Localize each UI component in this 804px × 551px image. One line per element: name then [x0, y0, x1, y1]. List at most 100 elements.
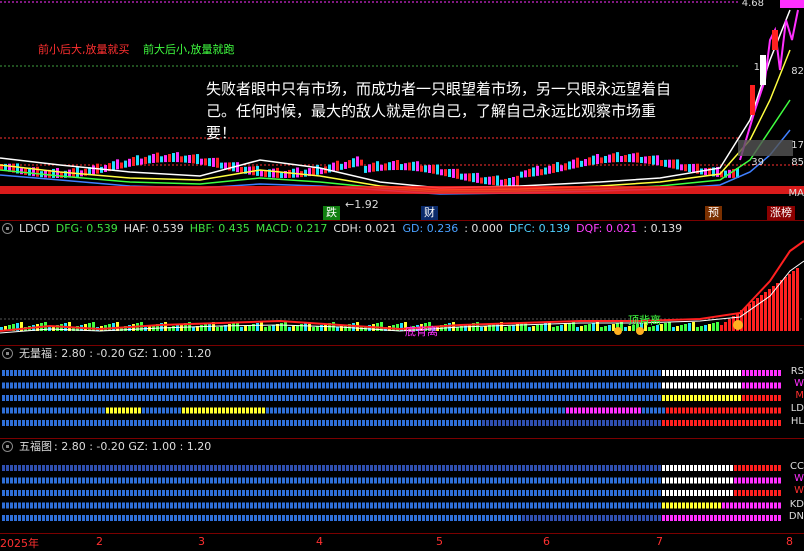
- macd-bar: [484, 326, 487, 331]
- wuliangfu-grid[interactable]: [0, 346, 804, 438]
- grid-cell: [678, 477, 681, 484]
- wufutu-grid[interactable]: [0, 439, 804, 533]
- grid-cell: [566, 370, 569, 376]
- grid-cell: [378, 420, 381, 426]
- grid-cell: [682, 465, 685, 471]
- grid-cell: [434, 477, 437, 484]
- grid-cell: [406, 370, 409, 376]
- grid-cell: [694, 382, 697, 389]
- candle: [404, 163, 407, 171]
- grid-cell: [566, 465, 569, 471]
- grid-cell: [554, 515, 557, 521]
- grid-cell: [478, 515, 481, 521]
- grid-cell: [546, 502, 549, 509]
- grid-cell: [134, 395, 137, 401]
- grid-cell: [322, 465, 325, 471]
- grid-cell: [86, 407, 89, 414]
- grid-cell: [178, 465, 181, 471]
- main-chart-panel[interactable]: 前小后大,放量就买 前大后小,放量就跑 失败者眼中只有市场，而成功者一只眼望着市…: [0, 0, 804, 220]
- grid-cell: [30, 490, 33, 496]
- grid-cell: [730, 515, 733, 521]
- grid-cell: [382, 477, 385, 484]
- grid-cell: [182, 420, 185, 426]
- event-tag-zhangbang[interactable]: 涨榜: [767, 206, 795, 220]
- grid-cell: [206, 477, 209, 484]
- grid-cell: [78, 515, 81, 521]
- grid-cell: [738, 370, 741, 376]
- ldcd-chart-canvas[interactable]: [0, 221, 804, 345]
- grid-cell: [314, 465, 317, 471]
- grid-cell: [490, 515, 493, 521]
- grid-cell: [758, 502, 761, 509]
- grid-cell: [522, 420, 525, 426]
- candle: [652, 155, 655, 165]
- grid-cell: [586, 515, 589, 521]
- wuliangfu-panel[interactable]: 无量福: 2.80 : -0.20 GZ: 1.00 : 1.20 RS W M…: [0, 346, 804, 438]
- grid-cell: [498, 395, 501, 401]
- grid-cell: [510, 370, 513, 376]
- grid-cell: [46, 382, 49, 389]
- grid-cell: [238, 382, 241, 389]
- grid-cell: [754, 465, 757, 471]
- grid-cell: [598, 370, 601, 376]
- grid-cell: [746, 477, 749, 484]
- candle: [664, 159, 667, 167]
- grid-cell: [26, 465, 29, 471]
- grid-cell: [370, 490, 373, 496]
- grid-cell: [490, 382, 493, 389]
- grid-cell: [14, 370, 17, 376]
- grid-cell: [402, 382, 405, 389]
- grid-cell: [694, 465, 697, 471]
- grid-cell: [618, 477, 621, 484]
- grid-cell: [726, 407, 729, 414]
- candle: [420, 165, 423, 172]
- grid-cell: [582, 515, 585, 521]
- wufutu-panel[interactable]: 五福图: 2.80 : -0.20 GZ: 1.00 : 1.20 CC W W…: [0, 439, 804, 533]
- event-tag-die[interactable]: 跌: [323, 206, 340, 220]
- grid-cell: [34, 502, 37, 509]
- grid-cell: [410, 382, 413, 389]
- grid-cell: [634, 515, 637, 521]
- macd-bar: [680, 325, 683, 331]
- grid-cell: [322, 490, 325, 496]
- grid-cell: [426, 465, 429, 471]
- grid-cell: [410, 515, 413, 521]
- grid-cell: [54, 420, 57, 426]
- grid-cell: [2, 465, 5, 471]
- grid-cell: [754, 502, 757, 509]
- grid-cell: [10, 370, 13, 376]
- grid-cell: [498, 490, 501, 496]
- grid-cell: [662, 370, 665, 376]
- grid-cell: [334, 420, 337, 426]
- grid-cell: [302, 382, 305, 389]
- macd-bar: [232, 323, 235, 331]
- macd-bar: [752, 301, 755, 331]
- grid-cell: [602, 382, 605, 389]
- grid-cell: [758, 395, 761, 401]
- grid-cell: [218, 477, 221, 484]
- ldcd-panel[interactable]: LDCD DFG: 0.539 HAF: 0.539 HBF: 0.435 MACD: …: [0, 221, 804, 345]
- grid-cell: [394, 407, 397, 414]
- grid-cell: [154, 502, 157, 509]
- candle: [480, 177, 483, 184]
- candle: [536, 165, 539, 176]
- grid-cell: [694, 395, 697, 401]
- row-label: M: [795, 390, 804, 401]
- grid-cell: [726, 370, 729, 376]
- grid-cell: [46, 420, 49, 426]
- grid-cell: [742, 407, 745, 414]
- grid-cell: [174, 420, 177, 426]
- grid-cell: [402, 407, 405, 414]
- grid-cell: [610, 382, 613, 389]
- grid-cell: [126, 490, 129, 496]
- event-tag-cai[interactable]: 财: [421, 206, 438, 220]
- candle: [76, 166, 79, 177]
- grid-cell: [738, 407, 741, 414]
- grid-cell: [242, 370, 245, 376]
- grid-cell: [486, 477, 489, 484]
- event-tag-yu[interactable]: 预: [705, 206, 722, 220]
- grid-cell: [6, 407, 9, 414]
- grid-cell: [770, 515, 773, 521]
- grid-cell: [578, 490, 581, 496]
- grid-cell: [674, 477, 677, 484]
